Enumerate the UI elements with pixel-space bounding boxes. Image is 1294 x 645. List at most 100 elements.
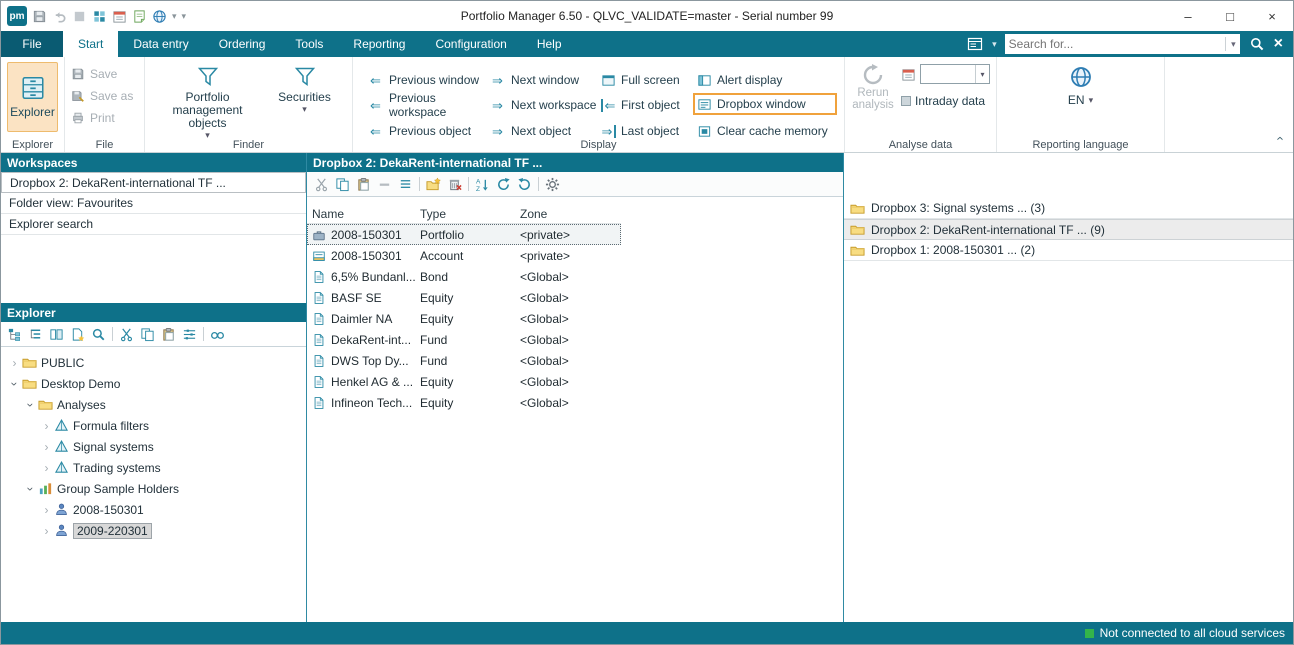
new-item-icon[interactable] bbox=[70, 327, 85, 342]
close-button[interactable]: × bbox=[1251, 1, 1293, 31]
chevron-right-icon[interactable]: › bbox=[41, 461, 52, 475]
full-screen-button[interactable]: Full screen bbox=[601, 71, 697, 89]
next-object-button[interactable]: ⇒Next object bbox=[489, 122, 601, 140]
minimize-button[interactable]: – bbox=[1167, 1, 1209, 31]
clear-cache-button[interactable]: Clear cache memory bbox=[697, 122, 837, 140]
tab-tools[interactable]: Tools bbox=[280, 31, 338, 57]
workspace-item-dropbox2[interactable]: Dropbox 2: DekaRent-international TF ... bbox=[1, 172, 306, 193]
tab-file[interactable]: File bbox=[1, 31, 63, 57]
chevron-right-icon[interactable]: › bbox=[9, 356, 20, 370]
window-list-dropdown-icon[interactable]: ▾ bbox=[992, 39, 997, 50]
note-icon[interactable] bbox=[132, 9, 147, 24]
tree-item-signal-systems[interactable]: › Signal systems bbox=[1, 436, 306, 457]
table-row[interactable]: BASF SE Equity <Global> bbox=[307, 287, 621, 308]
remove-icon[interactable] bbox=[377, 177, 392, 192]
tab-reporting[interactable]: Reporting bbox=[338, 31, 420, 57]
tree-item-public[interactable]: › PUBLIC bbox=[1, 352, 306, 373]
chevron-right-icon[interactable]: › bbox=[41, 524, 52, 538]
workspace-item-explorer-search[interactable]: Explorer search bbox=[1, 214, 306, 235]
column-header-zone[interactable]: Zone bbox=[520, 207, 620, 221]
window-list-icon[interactable] bbox=[966, 36, 984, 52]
table-row[interactable]: Henkel AG & ... Equity <Global> bbox=[307, 371, 621, 392]
tree-item-trading-systems[interactable]: › Trading systems bbox=[1, 457, 306, 478]
portfolio-management-objects-button[interactable]: Portfolio management objects ▾ bbox=[153, 62, 263, 136]
tab-configuration[interactable]: Configuration bbox=[420, 31, 521, 57]
chevron-down-icon[interactable]: › bbox=[8, 378, 22, 389]
tab-help[interactable]: Help bbox=[522, 31, 577, 57]
globe-icon[interactable] bbox=[1069, 65, 1093, 89]
chevron-down-icon[interactable]: ▾ bbox=[975, 65, 989, 83]
undo-icon[interactable] bbox=[52, 9, 67, 24]
panes-icon[interactable] bbox=[49, 327, 64, 342]
calendar-icon[interactable] bbox=[112, 9, 127, 24]
qat-customize-icon[interactable]: ▾ bbox=[182, 11, 187, 22]
table-row[interactable]: Daimler NA Equity <Global> bbox=[307, 308, 621, 329]
find-icon[interactable] bbox=[210, 327, 225, 342]
tab-data-entry[interactable]: Data entry bbox=[118, 31, 203, 57]
refresh-icon[interactable] bbox=[496, 177, 511, 192]
previous-object-button[interactable]: ⇐Previous object bbox=[367, 122, 489, 140]
qat-dropdown-icon[interactable]: ▾ bbox=[172, 11, 177, 22]
save-icon[interactable] bbox=[32, 9, 47, 24]
analysis-date-combo[interactable]: ▾ bbox=[920, 64, 990, 84]
chevron-down-icon[interactable]: › bbox=[24, 399, 38, 410]
tree-item-2009-220301[interactable]: › 2009-220301 bbox=[1, 520, 306, 541]
workspace-item-folder-view[interactable]: Folder view: Favourites bbox=[1, 193, 306, 214]
filter-settings-icon[interactable] bbox=[182, 327, 197, 342]
list-item-dropbox2[interactable]: Dropbox 2: DekaRent-international TF ...… bbox=[844, 219, 1293, 240]
tree-item-desktop-demo[interactable]: › Desktop Demo bbox=[1, 373, 306, 394]
cut-icon[interactable] bbox=[314, 177, 329, 192]
tab-start[interactable]: Start bbox=[63, 31, 118, 57]
tree-item-2008-150301[interactable]: › 2008-150301 bbox=[1, 499, 306, 520]
maximize-button[interactable]: □ bbox=[1209, 1, 1251, 31]
settings-gear-icon[interactable] bbox=[545, 177, 560, 192]
alert-display-button[interactable]: Alert display bbox=[697, 71, 837, 89]
tree-list-icon[interactable] bbox=[28, 327, 43, 342]
delete-icon[interactable] bbox=[447, 177, 462, 192]
globe-icon[interactable] bbox=[152, 9, 167, 24]
column-header-name[interactable]: Name bbox=[312, 207, 420, 221]
chevron-right-icon[interactable]: › bbox=[41, 503, 52, 517]
reporting-language-dropdown[interactable]: EN ▾ bbox=[1068, 93, 1093, 107]
cut-icon[interactable] bbox=[119, 327, 134, 342]
last-object-button[interactable]: ⇒Last object bbox=[601, 122, 697, 140]
tree-item-analyses[interactable]: › Analyses bbox=[1, 394, 306, 415]
print-button[interactable]: Print bbox=[71, 109, 138, 127]
chevron-right-icon[interactable]: › bbox=[41, 419, 52, 433]
list-item-dropbox1[interactable]: Dropbox 1: 2008-150301 ... (2) bbox=[844, 240, 1293, 261]
stop-icon[interactable] bbox=[72, 9, 87, 24]
chevron-right-icon[interactable]: › bbox=[41, 440, 52, 454]
first-object-button[interactable]: ⇐First object bbox=[601, 96, 697, 114]
tree-item-formula-filters[interactable]: › Formula filters bbox=[1, 415, 306, 436]
securities-button[interactable]: Securities ▾ bbox=[265, 62, 345, 136]
previous-workspace-button[interactable]: ⇐Previous workspace bbox=[367, 96, 489, 114]
tree-item-group-sample-holders[interactable]: › Group Sample Holders bbox=[1, 478, 306, 499]
analysis-date-input[interactable] bbox=[921, 65, 975, 83]
table-row[interactable]: DekaRent-int... Fund <Global> bbox=[307, 329, 621, 350]
refresh-reverse-icon[interactable] bbox=[517, 177, 532, 192]
chevron-down-icon[interactable]: › bbox=[24, 483, 38, 494]
list-item-dropbox3[interactable]: Dropbox 3: Signal systems ... (3) bbox=[844, 198, 1293, 219]
search-icon[interactable] bbox=[1248, 36, 1266, 52]
tab-ordering[interactable]: Ordering bbox=[204, 31, 281, 57]
search-input[interactable] bbox=[1009, 37, 1225, 51]
next-window-button[interactable]: ⇒Next window bbox=[489, 71, 601, 89]
sort-icon[interactable] bbox=[475, 177, 490, 192]
previous-window-button[interactable]: ⇐Previous window bbox=[367, 71, 489, 89]
save-button[interactable]: Save bbox=[71, 65, 138, 83]
dropbox-window-button[interactable]: Dropbox window bbox=[693, 93, 837, 115]
column-header-type[interactable]: Type bbox=[420, 207, 520, 221]
next-workspace-button[interactable]: ⇒Next workspace bbox=[489, 96, 601, 114]
tree-view-icon[interactable] bbox=[7, 327, 22, 342]
copy-icon[interactable] bbox=[140, 327, 155, 342]
table-row[interactable]: Infineon Tech... Equity <Global> bbox=[307, 392, 621, 413]
table-row[interactable]: 2008-150301 Account <private> bbox=[307, 245, 621, 266]
search-dropdown-icon[interactable]: ▾ bbox=[1225, 37, 1236, 51]
explorer-button[interactable]: Explorer bbox=[7, 62, 58, 132]
new-folder-icon[interactable] bbox=[426, 177, 441, 192]
rerun-analysis-button[interactable]: Rerun analysis bbox=[851, 63, 895, 136]
save-as-button[interactable]: Save as bbox=[71, 87, 138, 105]
ribbon-close-icon[interactable]: × bbox=[1274, 35, 1283, 53]
table-row[interactable]: 6,5% Bundanl... Bond <Global> bbox=[307, 266, 621, 287]
list-icon[interactable] bbox=[398, 177, 413, 192]
